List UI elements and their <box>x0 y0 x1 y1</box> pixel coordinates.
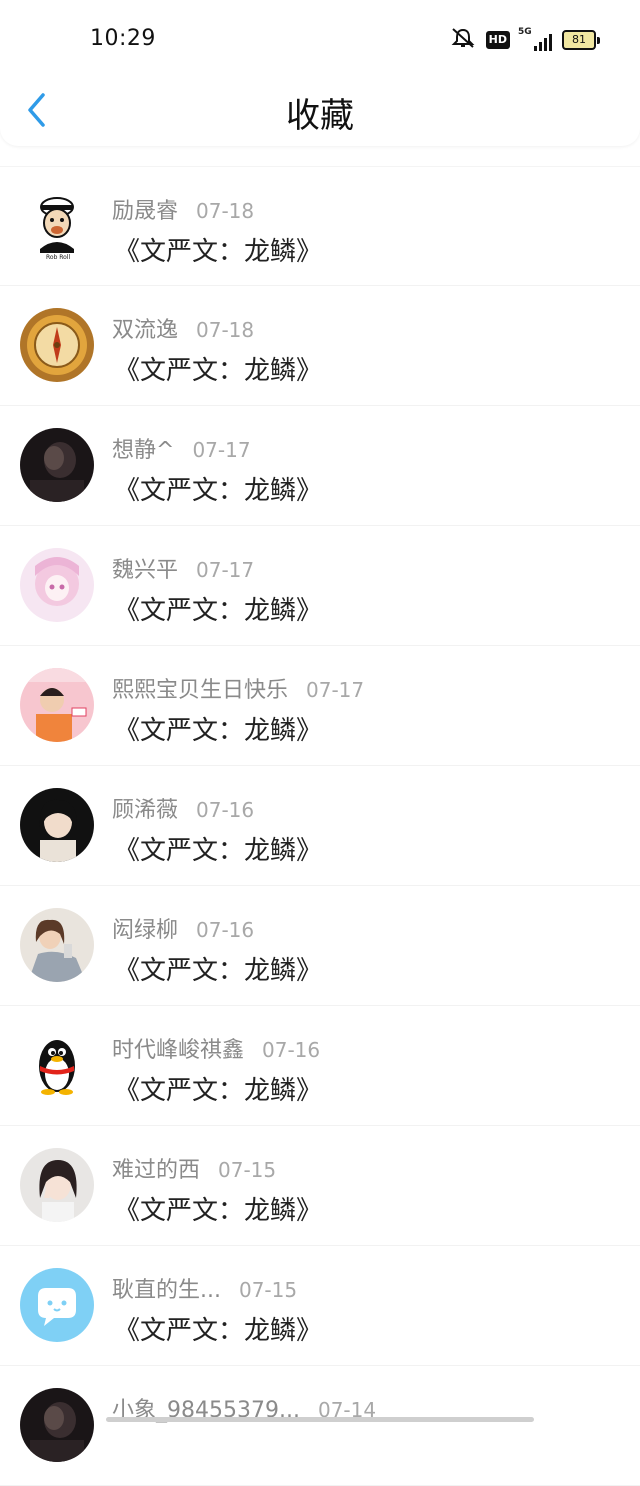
list-item[interactable]: 闳绿柳 07-16 《文严文：龙鳞》 <box>0 886 640 1006</box>
item-title: 《文严文：龙鳞》 <box>114 836 323 866</box>
user-name[interactable]: 耿直的生... <box>112 1272 221 1304</box>
status-time: 10:29 <box>90 26 156 51</box>
item-title: 《文严文：龙鳞》 <box>114 1076 323 1106</box>
item-date: 07-17 <box>306 678 365 702</box>
user-name[interactable]: 魏兴平 <box>112 552 178 584</box>
item-date: 07-18 <box>196 318 255 342</box>
scrollbar[interactable] <box>106 1417 534 1422</box>
avatar[interactable] <box>20 1388 94 1462</box>
mute-bell-icon <box>450 27 476 53</box>
item-date: 07-16 <box>196 798 255 822</box>
item-date: 07-16 <box>196 918 255 942</box>
item-meta: 难过的西 07-15 <box>112 1152 276 1184</box>
item-date: 07-17 <box>196 558 255 582</box>
list-item[interactable]: 双流逸 07-18 《文严文：龙鳞》 <box>0 286 640 406</box>
avatar[interactable]: Rob Roll <box>20 189 94 263</box>
user-name[interactable]: 双流逸 <box>112 312 178 344</box>
item-meta: 励晟睿 07-18 <box>112 193 254 225</box>
list-item[interactable]: Rob Roll 励晟睿 07-18 《文严文：龙鳞》 <box>0 166 640 286</box>
network-label: 5G <box>518 27 532 37</box>
top-bar: 10:29 HD 5G 81 收藏 <box>0 0 640 146</box>
item-title: 《文严文：龙鳞》 <box>114 716 323 746</box>
item-title: 《文严文：龙鳞》 <box>114 956 323 986</box>
avatar[interactable] <box>20 788 94 862</box>
user-name[interactable]: 想静^ <box>112 432 174 464</box>
list-item[interactable]: 难过的西 07-15 《文严文：龙鳞》 <box>0 1126 640 1246</box>
item-title: 《文严文：龙鳞》 <box>114 1316 323 1346</box>
item-title: 《文严文：龙鳞》 <box>114 476 323 506</box>
list-item[interactable]: 想静^ 07-17 《文严文：龙鳞》 <box>0 406 640 526</box>
item-date: 07-18 <box>196 199 255 223</box>
item-meta: 熙熙宝贝生日快乐 07-17 <box>112 672 364 704</box>
user-name[interactable]: 熙熙宝贝生日快乐 <box>112 672 288 704</box>
avatar[interactable] <box>20 548 94 622</box>
item-date: 07-17 <box>192 438 251 462</box>
user-name[interactable]: 难过的西 <box>112 1152 200 1184</box>
list-item[interactable]: 熙熙宝贝生日快乐 07-17 《文严文：龙鳞》 <box>0 646 640 766</box>
avatar[interactable] <box>20 308 94 382</box>
avatar[interactable] <box>20 908 94 982</box>
list-item[interactable]: 魏兴平 07-17 《文严文：龙鳞》 <box>0 526 640 646</box>
list-item[interactable]: 顾浠薇 07-16 《文严文：龙鳞》 <box>0 766 640 886</box>
item-date: 07-15 <box>238 1278 298 1302</box>
user-name[interactable]: 时代峰峻祺鑫 <box>112 1032 244 1064</box>
item-title: 《文严文：龙鳞》 <box>114 596 323 626</box>
avatar[interactable] <box>20 1028 94 1102</box>
item-meta: 想静^ 07-17 <box>112 432 251 464</box>
list-item[interactable]: 小象_98455379... 07-14 <box>0 1366 640 1486</box>
user-name[interactable]: 闳绿柳 <box>112 912 178 944</box>
nav-bar: 收藏 <box>0 80 640 146</box>
item-meta: 双流逸 07-18 <box>112 312 254 344</box>
user-name[interactable]: 励晟睿 <box>112 193 178 225</box>
item-date: 07-15 <box>218 1158 277 1182</box>
page-title: 收藏 <box>286 96 354 136</box>
item-meta: 顾浠薇 07-16 <box>112 792 254 824</box>
favorites-list: Rob Roll 励晟睿 07-18 《文严文：龙鳞》 双流逸 07-18 《文严文：龙鳞》… <box>0 146 640 1486</box>
avatar[interactable] <box>20 668 94 742</box>
item-meta: 时代峰峻祺鑫 07-16 <box>112 1032 320 1064</box>
item-meta: 魏兴平 07-17 <box>112 552 254 584</box>
item-date: 07-16 <box>262 1038 321 1062</box>
battery-icon: 81 <box>562 30 600 50</box>
avatar[interactable] <box>20 1268 94 1342</box>
user-name[interactable]: 顾浠薇 <box>112 792 178 824</box>
status-bar: 10:29 HD 5G 81 <box>0 0 640 80</box>
battery-level: 81 <box>562 30 596 50</box>
avatar[interactable] <box>20 1148 94 1222</box>
hd-icon: HD <box>485 31 510 49</box>
item-title: 《文严文：龙鳞》 <box>114 356 323 386</box>
item-title: 《文严文：龙鳞》 <box>114 237 323 267</box>
status-icons: HD 5G 81 <box>450 27 600 53</box>
svg-text:Rob Roll: Rob Roll <box>46 254 71 261</box>
avatar[interactable] <box>20 428 94 502</box>
list-item[interactable]: 耿直的生... 07-15 《文严文：龙鳞》 <box>0 1246 640 1366</box>
item-meta: 闳绿柳 07-16 <box>112 912 254 944</box>
item-meta: 耿直的生... 07-15 <box>112 1272 297 1304</box>
list-item[interactable]: 时代峰峻祺鑫 07-16 《文严文：龙鳞》 <box>0 1006 640 1126</box>
signal-icon: 5G <box>518 27 552 51</box>
item-title: 《文严文：龙鳞》 <box>114 1196 323 1226</box>
